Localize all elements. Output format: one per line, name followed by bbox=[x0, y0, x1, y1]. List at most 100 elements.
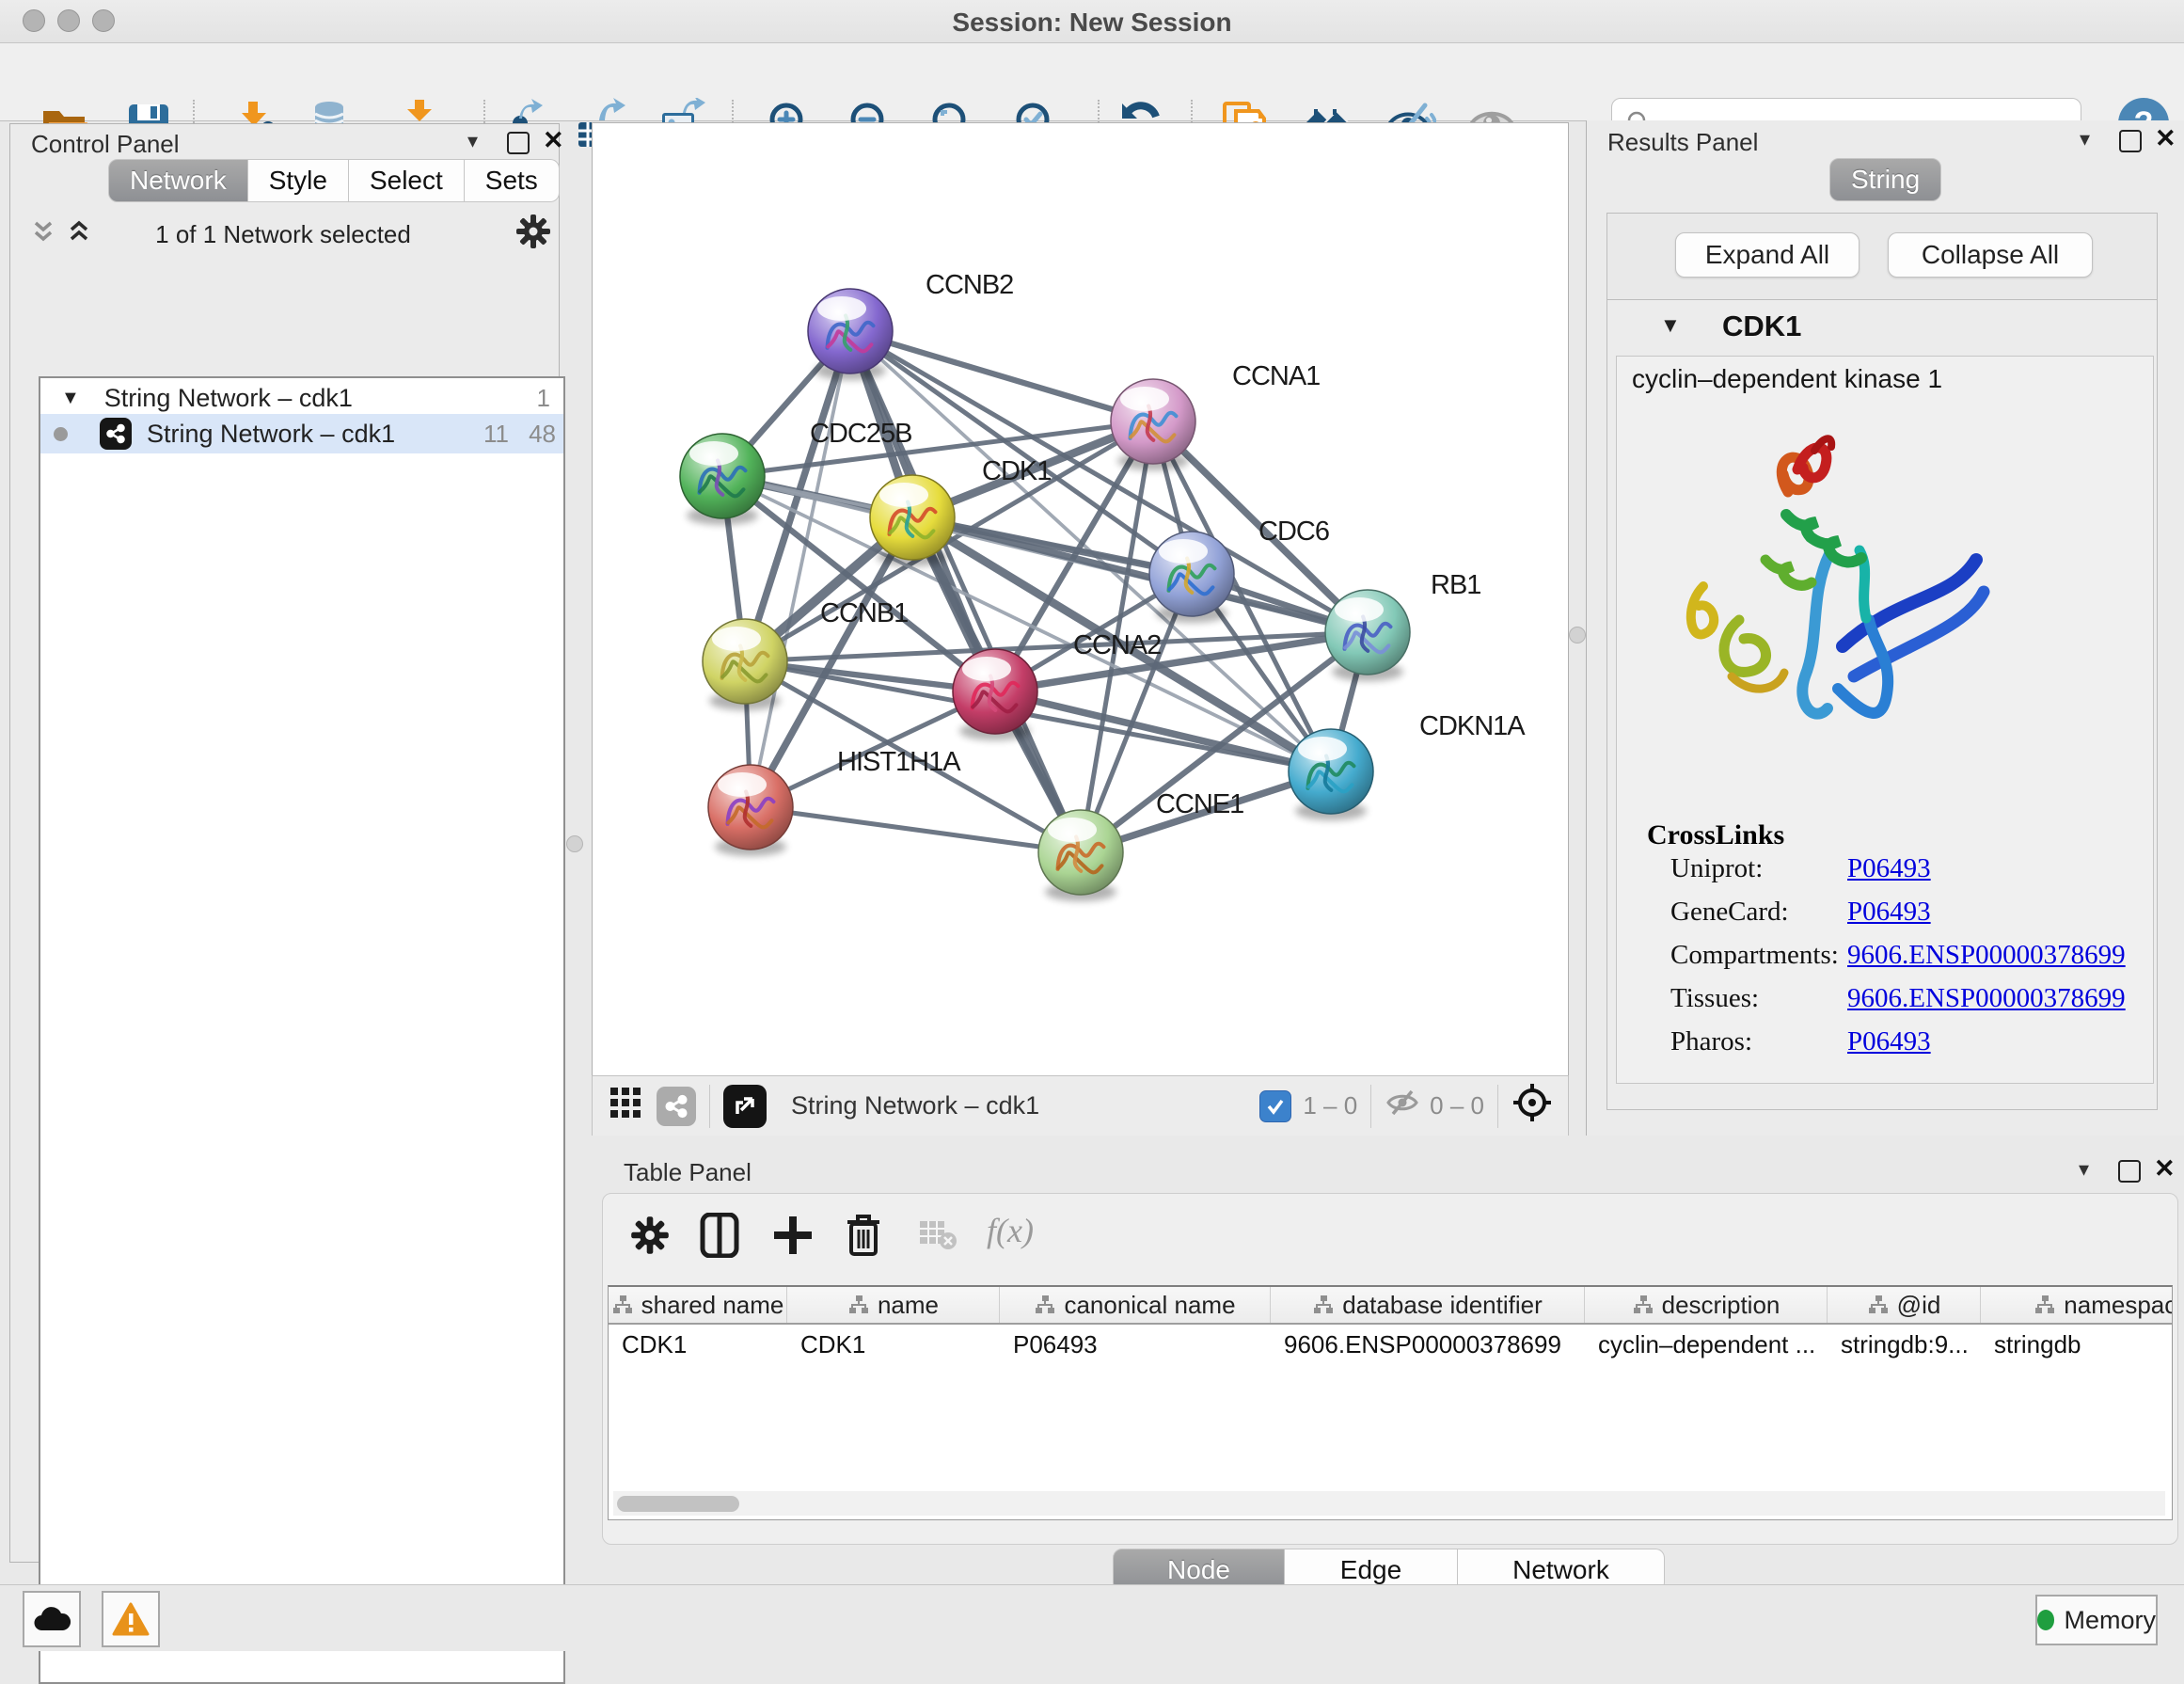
cloud-icon bbox=[33, 1606, 71, 1632]
node-CCNA1[interactable]: CCNA1 bbox=[1111, 361, 1320, 470]
shared-column-icon bbox=[1867, 1294, 1890, 1316]
crosslink-link[interactable]: P06493 bbox=[1847, 853, 1931, 883]
maximize-panel-icon[interactable] bbox=[2118, 1160, 2141, 1183]
section-collapse-icon[interactable]: ▼ bbox=[1660, 313, 1681, 338]
float-panel-icon[interactable]: ▾ bbox=[2080, 127, 2090, 151]
expand-all-button[interactable]: Expand All bbox=[1675, 232, 1860, 278]
close-panel-icon[interactable]: ✕ bbox=[543, 131, 564, 150]
gene-details: cyclin–dependent kinase 1 CrossLinks Uni… bbox=[1616, 356, 2154, 1084]
delete-columns-trash-icon[interactable] bbox=[844, 1213, 883, 1263]
column-header[interactable]: canonical name bbox=[1000, 1287, 1271, 1323]
maximize-panel-icon[interactable] bbox=[507, 132, 530, 154]
left-splitter-grip[interactable] bbox=[566, 835, 583, 852]
crosslink-label: Uniprot: bbox=[1670, 853, 1847, 884]
crosslinks-list: Uniprot:P06493 GeneCard:P06493 Compartme… bbox=[1670, 853, 2126, 1070]
float-panel-icon[interactable]: ▾ bbox=[467, 129, 478, 153]
delete-table-icon[interactable] bbox=[919, 1220, 957, 1255]
function-builder-icon[interactable]: f(x) bbox=[987, 1211, 1034, 1250]
network-selection-status: 1 of 1 Network selected bbox=[114, 220, 452, 249]
tab-select[interactable]: Select bbox=[349, 159, 465, 202]
network-collection-row[interactable]: ▼ String Network – cdk1 1 bbox=[40, 380, 563, 416]
close-panel-icon[interactable]: ✕ bbox=[2155, 129, 2176, 148]
network-share-icon bbox=[100, 418, 132, 450]
node-label-CDK1: CDK1 bbox=[982, 456, 1051, 486]
collapse-all-button[interactable]: Collapse All bbox=[1888, 232, 2093, 278]
network-view-title: String Network – cdk1 bbox=[791, 1091, 1039, 1120]
float-panel-icon[interactable]: ▾ bbox=[2079, 1157, 2089, 1182]
node-label-CDC6: CDC6 bbox=[1258, 516, 1329, 547]
right-splitter-grip[interactable] bbox=[1569, 627, 1586, 643]
node-label-CCNA1: CCNA1 bbox=[1232, 361, 1320, 391]
collection-label: String Network – cdk1 bbox=[104, 384, 353, 413]
table-settings-gear-icon[interactable] bbox=[629, 1215, 671, 1261]
column-header[interactable]: namespace bbox=[1981, 1287, 2173, 1323]
control-panel-title: Control Panel bbox=[31, 130, 180, 159]
grid-view-icon[interactable] bbox=[609, 1087, 641, 1125]
collapse-all-networks-icon[interactable] bbox=[65, 218, 93, 251]
cloud-status-button[interactable] bbox=[23, 1591, 81, 1647]
network-row[interactable]: String Network – cdk1 11 48 bbox=[40, 414, 563, 453]
crosslink-label: Pharos: bbox=[1670, 1026, 1847, 1057]
show-columns-icon[interactable] bbox=[699, 1213, 740, 1263]
crosslink-link[interactable]: P06493 bbox=[1847, 1026, 1931, 1056]
table-header-row: shared name name canonical name database… bbox=[609, 1287, 2172, 1325]
column-header[interactable]: shared name bbox=[609, 1287, 787, 1323]
maximize-panel-icon[interactable] bbox=[2119, 130, 2142, 152]
table-row[interactable]: CDK1 CDK1 P06493 9606.ENSP00000378699 cy… bbox=[609, 1325, 2172, 1362]
status-bar: Memory bbox=[0, 1584, 2184, 1651]
string-network-graph[interactable]: CCNB2CCNA1CDC25BCDK1CDC6RB1CCNB1CCNA2HIS… bbox=[593, 123, 1568, 1076]
collection-expand-icon[interactable]: ▼ bbox=[61, 388, 80, 409]
tab-string[interactable]: String bbox=[1829, 158, 1941, 201]
warnings-button[interactable] bbox=[102, 1591, 160, 1647]
node-count: 11 bbox=[471, 420, 509, 449]
column-header[interactable]: @id bbox=[1828, 1287, 1981, 1323]
crosslink-link[interactable]: P06493 bbox=[1847, 897, 1931, 927]
shared-column-icon bbox=[2034, 1294, 2056, 1316]
edge-HIST1H1A-CCNE1 bbox=[751, 807, 1081, 852]
create-column-icon[interactable] bbox=[772, 1215, 814, 1261]
control-panel: Control Panel ▾ ✕ Network Style Select S… bbox=[9, 123, 560, 1563]
birdseye-view-icon[interactable] bbox=[1511, 1082, 1553, 1130]
results-actions-box: Expand All Collapse All bbox=[1606, 213, 2158, 301]
node-RB1[interactable]: RB1 bbox=[1325, 570, 1480, 681]
node-label-CCNA2: CCNA2 bbox=[1073, 630, 1161, 660]
node-label-CDC25B: CDC25B bbox=[810, 419, 911, 449]
crosslink-label: GeneCard: bbox=[1670, 897, 1847, 928]
column-header[interactable]: name bbox=[787, 1287, 1000, 1323]
tab-style[interactable]: Style bbox=[248, 159, 349, 202]
memory-button[interactable]: Memory bbox=[2035, 1595, 2158, 1645]
node-CDKN1A[interactable]: CDKN1A bbox=[1289, 711, 1526, 820]
node-label-CCNB2: CCNB2 bbox=[926, 270, 1013, 300]
window-title: Session: New Session bbox=[0, 8, 2184, 38]
expand-all-networks-icon[interactable] bbox=[29, 218, 57, 251]
tab-sets[interactable]: Sets bbox=[465, 159, 560, 202]
network-status-dot bbox=[54, 427, 68, 441]
tab-network[interactable]: Network bbox=[108, 159, 248, 202]
shared-column-icon bbox=[1034, 1294, 1056, 1316]
hidden-count: 0 – 0 bbox=[1430, 1091, 1484, 1120]
results-panel-tabs: String bbox=[1829, 158, 1941, 201]
edge-count: 48 bbox=[518, 420, 556, 449]
table-panel-title: Table Panel bbox=[624, 1158, 752, 1187]
column-header[interactable]: description bbox=[1585, 1287, 1828, 1323]
selected-nodes-checkbox[interactable] bbox=[1259, 1090, 1291, 1122]
gene-description: cyclin–dependent kinase 1 bbox=[1632, 364, 1942, 394]
hidden-eye-icon[interactable] bbox=[1385, 1087, 1420, 1125]
network-view-toolbar: String Network – cdk1 1 – 0 0 – 0 bbox=[592, 1075, 1569, 1136]
network-canvas[interactable]: CCNB2CCNA1CDC25BCDK1CDC6RB1CCNB1CCNA2HIS… bbox=[592, 122, 1569, 1077]
node-HIST1H1A[interactable]: HIST1H1A bbox=[708, 747, 961, 856]
crosslink-link[interactable]: 9606.ENSP00000378699 bbox=[1847, 940, 2126, 970]
protein-structure-image bbox=[1645, 402, 2021, 778]
table-horizontal-scrollbar[interactable] bbox=[613, 1491, 2165, 1516]
warning-icon bbox=[112, 1602, 150, 1636]
shared-column-icon bbox=[1632, 1294, 1654, 1316]
network-options-gear-icon[interactable] bbox=[514, 213, 552, 255]
close-panel-icon[interactable]: ✕ bbox=[2154, 1159, 2176, 1178]
crosslink-link[interactable]: 9606.ENSP00000378699 bbox=[1847, 983, 2126, 1013]
network-label: String Network – cdk1 bbox=[147, 420, 395, 449]
share-view-icon[interactable] bbox=[657, 1087, 696, 1126]
detach-view-icon[interactable] bbox=[723, 1085, 767, 1128]
table-scrollbar-thumb[interactable] bbox=[617, 1496, 739, 1512]
column-header[interactable]: database identifier bbox=[1271, 1287, 1585, 1323]
results-panel-title: Results Panel bbox=[1607, 128, 1758, 157]
